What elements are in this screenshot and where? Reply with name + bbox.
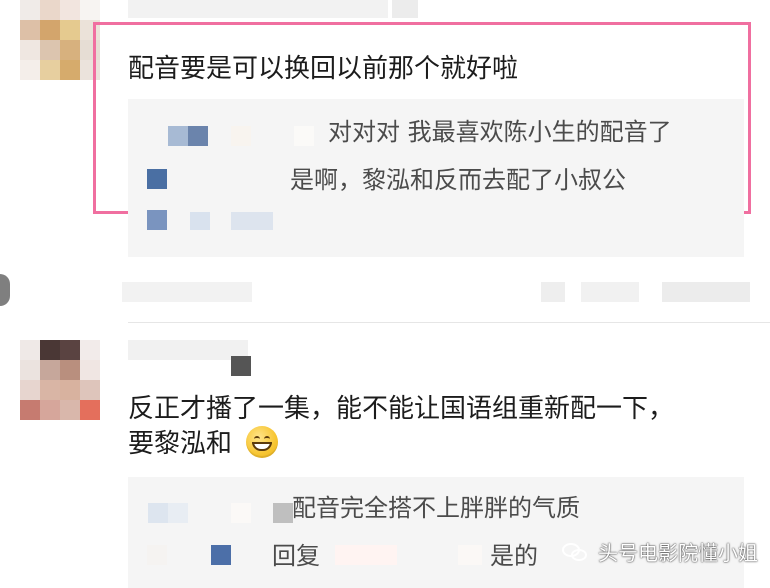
blurred-action-bar-right-3 <box>662 282 750 302</box>
blurred-name-top-2 <box>392 0 418 18</box>
comment-2-line-1: 反正才播了一集，能不能让国语组重新配一下， <box>128 394 675 424</box>
blurred-reply-footer-c <box>231 212 273 230</box>
blurred-name-second-b <box>231 356 251 376</box>
side-scroll-indicator[interactable] <box>0 274 10 306</box>
watermark: 头号电影院懂小姐 <box>562 540 758 566</box>
blurred-reply-footer-b <box>190 212 210 230</box>
blurred-reply-user-1 <box>168 126 188 146</box>
blurred-reply-target-b <box>458 545 482 565</box>
blurred-reply-user-3a <box>148 503 168 523</box>
blurred-action-bar-left <box>122 282 252 302</box>
blurred-reply-user-3c <box>231 503 251 523</box>
blurred-action-bar-right-2 <box>581 282 639 302</box>
wechat-bubble-icon <box>562 542 590 564</box>
blurred-reply-footer-a <box>147 210 167 230</box>
blurred-reply-user-2 <box>147 169 167 189</box>
blurred-reply-user-4b <box>211 545 231 565</box>
blurred-reply-user-4a <box>147 545 167 565</box>
watermark-text: 头号电影院懂小姐 <box>598 541 758 565</box>
blurred-reply-user-1d <box>294 126 314 146</box>
comment-2-reply-prefix: 回复 <box>272 542 320 570</box>
blurred-name-top <box>128 0 388 18</box>
comment-2-reply-suffix: 是的 <box>490 542 538 570</box>
grin-emoji-icon <box>246 426 278 458</box>
blurred-reply-user-1c <box>231 126 251 146</box>
avatar-user-2[interactable] <box>20 340 102 422</box>
comment-1-reply-2: 是啊，黎泓和反而去配了小叔公 <box>290 166 626 194</box>
comment-1-reply-1: 对对对 我最喜欢陈小生的配音了 <box>328 118 672 146</box>
comment-2-reply-1: 配音完全搭不上胖胖的气质 <box>292 494 580 522</box>
blurred-reply-user-3b <box>168 503 188 523</box>
avatar-user-1[interactable] <box>20 0 108 82</box>
blurred-name-second <box>128 340 248 360</box>
blurred-action-bar-right-1 <box>541 282 565 302</box>
blurred-reply-user-3d <box>273 503 293 523</box>
comment-1-text: 配音要是可以换回以前那个就好啦 <box>128 54 519 84</box>
comment-divider <box>128 322 770 323</box>
comment-2-line-2: 要黎泓和 <box>128 429 233 459</box>
blurred-reply-target-a <box>335 545 397 565</box>
blurred-reply-user-1b <box>188 126 208 146</box>
